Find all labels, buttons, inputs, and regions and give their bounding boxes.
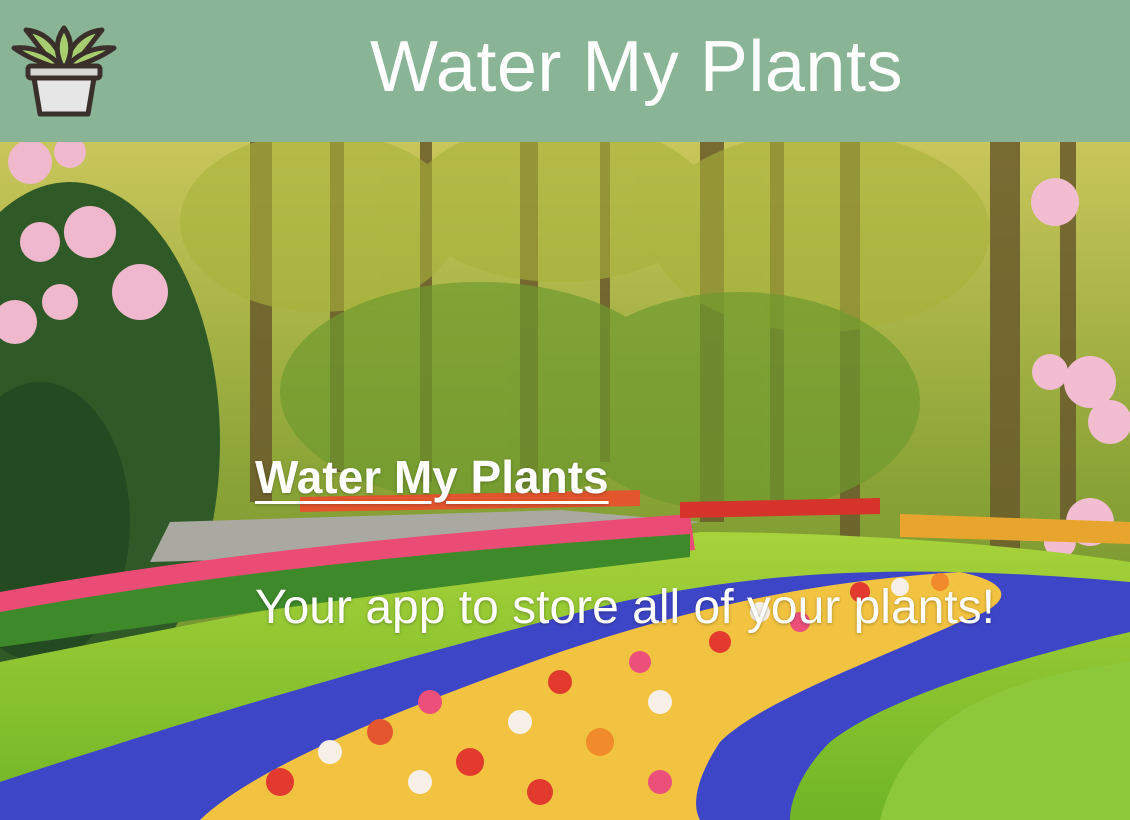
app-title: Water My Plants	[370, 27, 903, 107]
app-header: Water My Plants	[0, 0, 1130, 142]
hero-banner: Water My Plants Your app to store all of…	[0, 142, 1130, 820]
potted-plant-icon[interactable]	[8, 22, 120, 122]
hero-tagline: Your app to store all of your plants!	[255, 581, 996, 634]
hero-heading: Water My Plants	[255, 451, 609, 503]
